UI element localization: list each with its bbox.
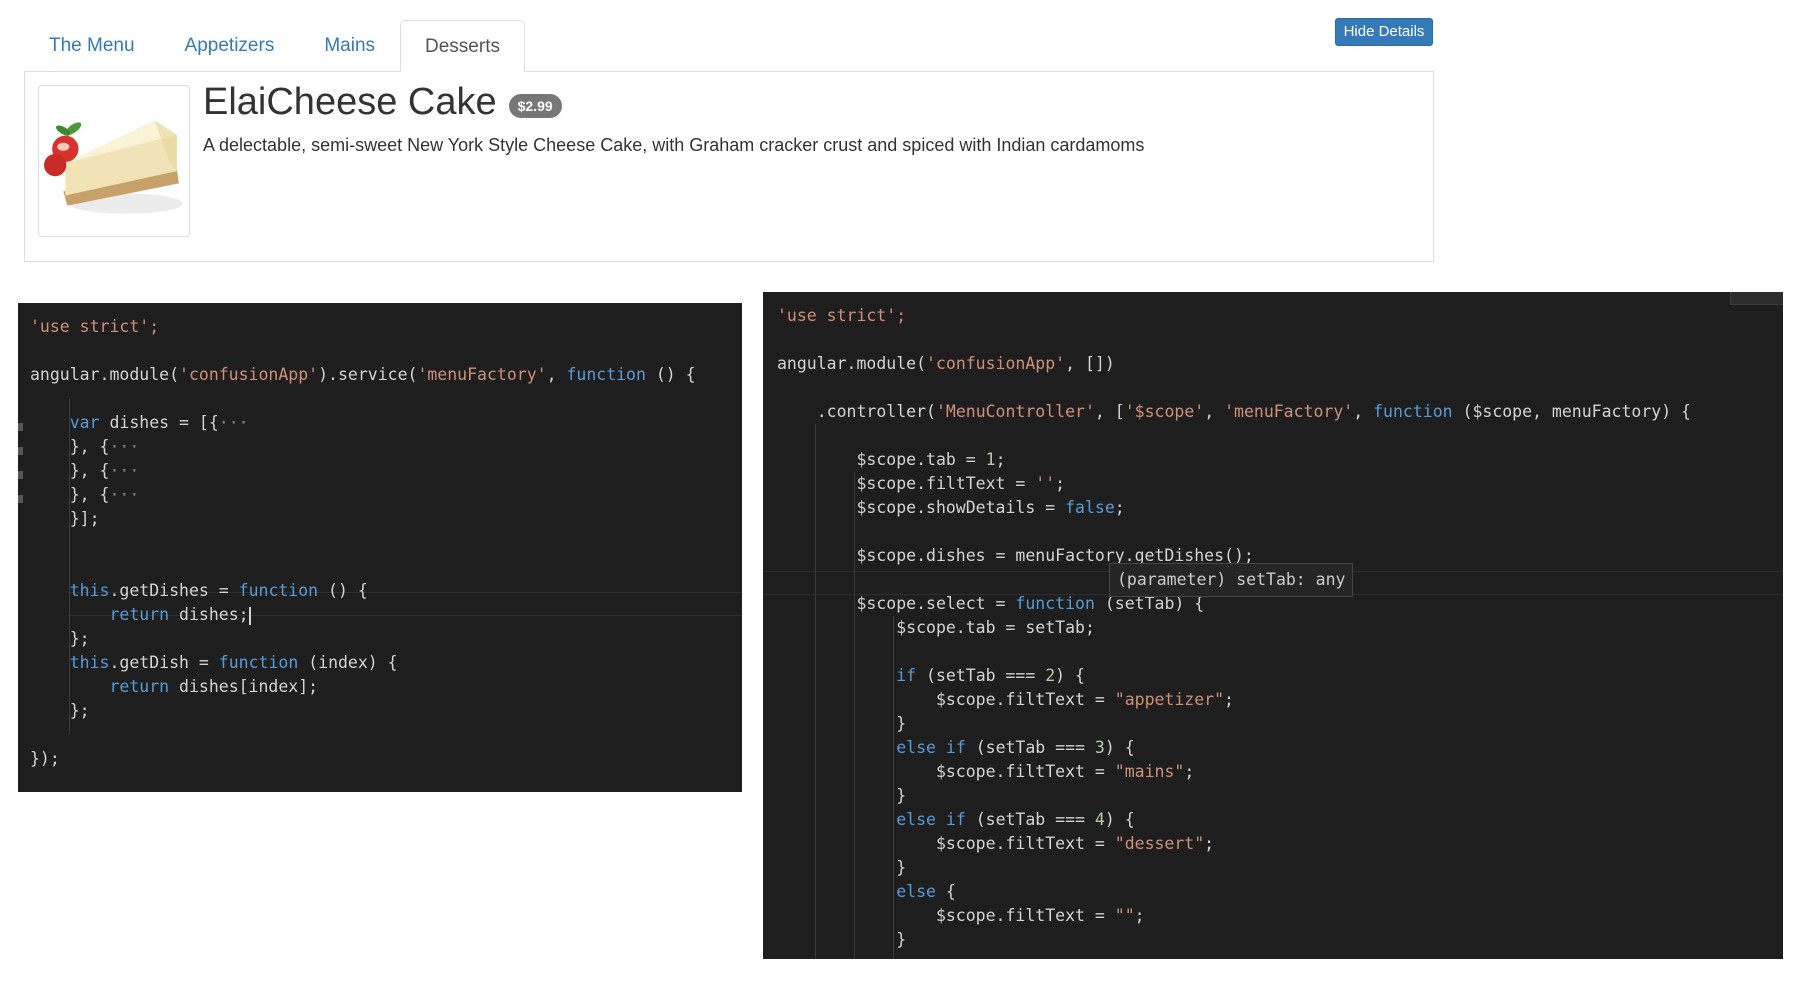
code-line: $scope.filtText = "mains"; (777, 762, 1195, 781)
code-line: var dishes = [{··· (69, 413, 249, 432)
tab-desserts[interactable]: Desserts (400, 20, 525, 72)
code-editor-controller[interactable]: 'use strict'; angular.module('confusionA… (763, 292, 1783, 959)
code-line: else if (setTab === 4) { (896, 810, 1135, 829)
code-line: this.getDishes = function () { (69, 581, 368, 600)
code-line: }; (30, 629, 90, 648)
code-line: return dishes[index]; (109, 677, 319, 696)
code-line: }]; (30, 509, 100, 528)
code-line: this.getDish = function (index) { (69, 653, 398, 672)
cheesecake-image (43, 90, 185, 232)
code-line: }, {··· (30, 485, 140, 504)
code-line: 'use strict'; (30, 317, 160, 336)
hover-tooltip: (parameter) setTab: any (1109, 563, 1354, 597)
price-badge: $2.99 (508, 93, 562, 118)
code-line: } (777, 786, 907, 805)
code-line: } (777, 930, 907, 949)
dish-details-panel: ElaiCheese Cake $2.99 A delectable, semi… (24, 71, 1434, 262)
tab-appetizers[interactable]: Appetizers (160, 19, 300, 71)
fold-icon[interactable] (18, 471, 23, 479)
code-line: angular.module('confusionApp').service('… (30, 365, 696, 384)
code-editor-service[interactable]: 'use strict'; angular.module('confusionA… (18, 303, 742, 792)
scrollbar-thumb[interactable] (1730, 292, 1783, 305)
fold-icon[interactable] (18, 495, 23, 503)
dish-title: ElaiCheese Cake $2.99 (203, 81, 562, 124)
code-line: else if (setTab === 3) { (896, 738, 1135, 757)
fold-icon[interactable] (18, 447, 23, 455)
tab-the-menu[interactable]: The Menu (24, 19, 160, 71)
code-line: $scope.filtText = ""; (777, 906, 1145, 925)
code-line: $scope.filtText = "appetizer"; (777, 690, 1234, 709)
hide-details-button[interactable]: Hide Details (1335, 18, 1433, 46)
code-line: }); (30, 749, 60, 768)
code-line: .controller('MenuController', ['$scope',… (777, 402, 1691, 421)
code-line: $scope.showDetails = false; (777, 498, 1125, 517)
code-line: } (777, 858, 907, 877)
tab-mains[interactable]: Mains (299, 19, 400, 71)
fold-icon[interactable] (18, 423, 23, 431)
code-line: $scope.filtText = ''; (777, 474, 1066, 493)
dish-name: ElaiCheese Cake (203, 81, 497, 123)
code-line: } (777, 714, 907, 733)
code-line: }, {··· (30, 437, 140, 456)
code-line: $scope.tab = 1; (777, 450, 1006, 469)
code-line: if (setTab === 2) { (896, 666, 1085, 685)
text-cursor (248, 606, 251, 625)
code-line: $scope.filtText = "dessert"; (777, 834, 1215, 853)
dish-thumbnail[interactable] (38, 85, 190, 237)
code-line: else { (896, 882, 956, 901)
code-line: return dishes; (109, 605, 251, 625)
code-line: $scope.tab = setTab; (777, 618, 1095, 637)
menu-tabs: The Menu Appetizers Mains Desserts (24, 18, 525, 72)
code-line: 'use strict'; (777, 306, 907, 325)
code-line: angular.module('confusionApp', []) (777, 354, 1115, 373)
code-line: }, {··· (30, 461, 140, 480)
code-line: }; (30, 701, 90, 720)
dish-description: A delectable, semi-sweet New York Style … (203, 135, 1145, 155)
